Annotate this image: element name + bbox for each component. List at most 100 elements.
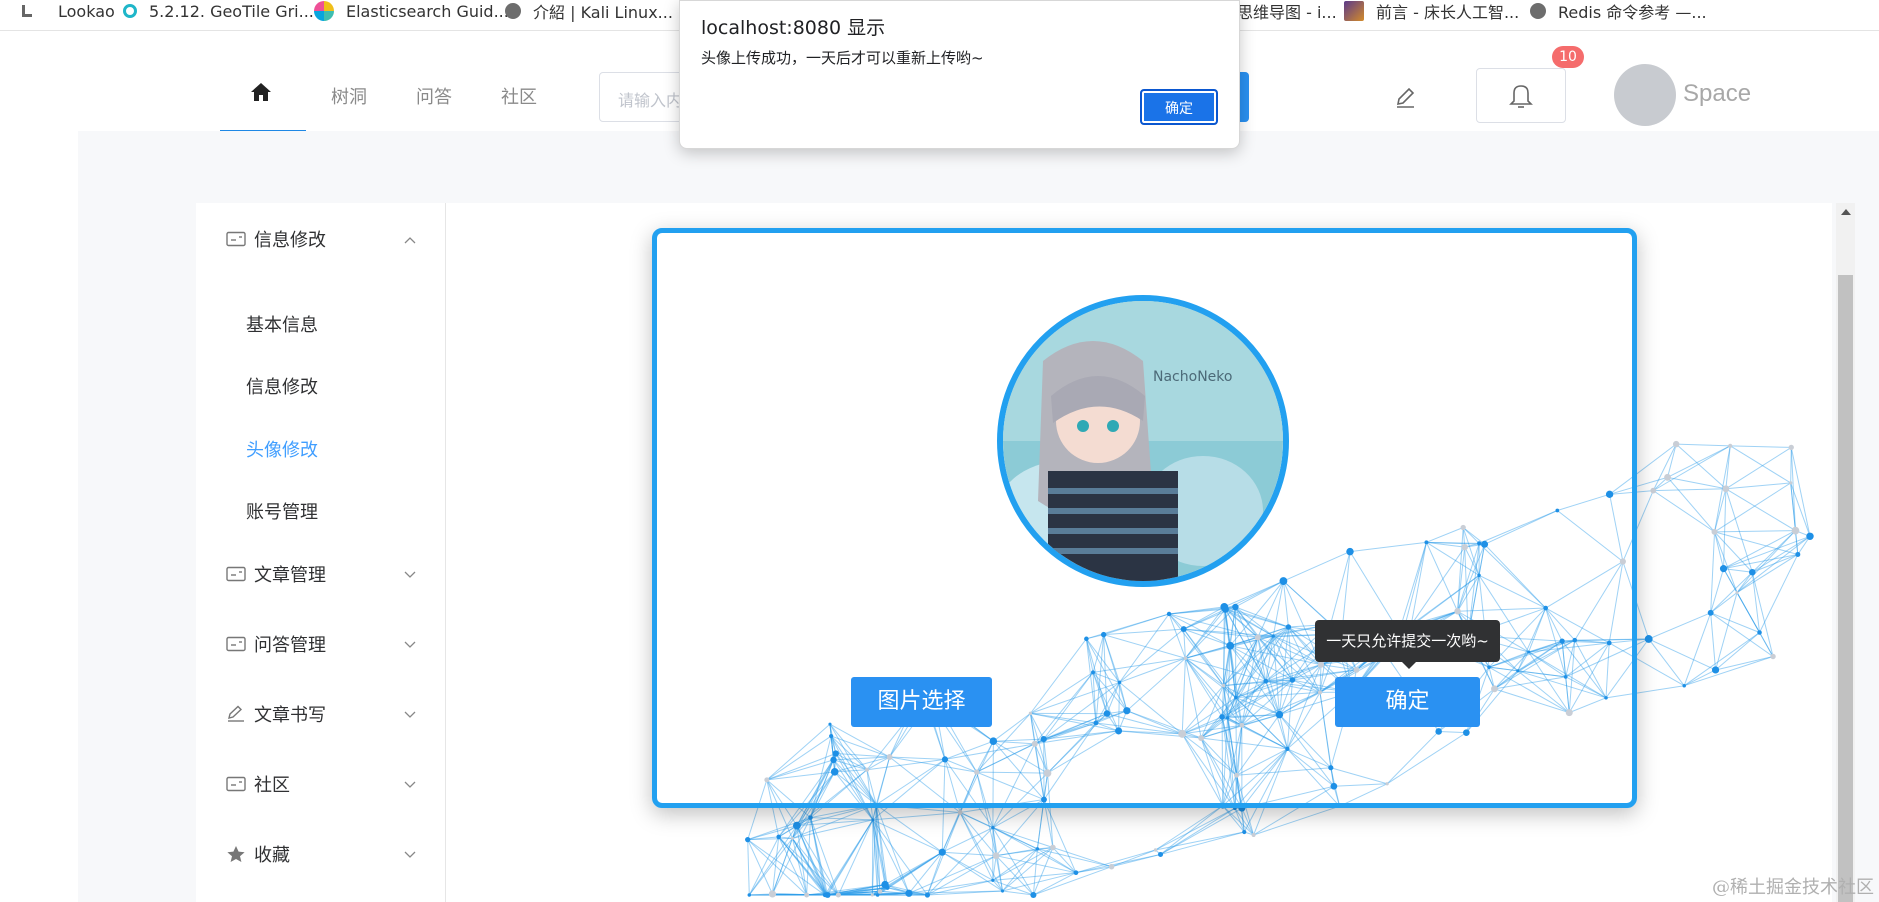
- submenu-info-edit[interactable]: 信息修改: [246, 373, 318, 399]
- network-node: [1719, 565, 1728, 573]
- network-link: [1155, 807, 1236, 851]
- chevron-down-icon[interactable]: [404, 571, 416, 579]
- nav-home[interactable]: [220, 54, 306, 132]
- network-node: [747, 893, 752, 897]
- network-link: [1111, 849, 1156, 868]
- network-node: [1806, 532, 1814, 540]
- menu-article-write[interactable]: 文章书写: [226, 702, 326, 726]
- nav-treehole[interactable]: 树洞: [331, 83, 367, 109]
- chevron-down-icon[interactable]: [404, 781, 416, 789]
- write-button[interactable]: [1388, 80, 1422, 114]
- bookmark-kali[interactable]: 介紹 | Kali Linux...: [505, 0, 673, 22]
- network-link: [875, 804, 943, 853]
- chevron-down-icon[interactable]: [404, 641, 416, 649]
- network-node: [870, 893, 874, 897]
- bookmark-elasticsearch[interactable]: Elasticsearch Guid...: [314, 0, 509, 22]
- network-node: [1035, 847, 1040, 851]
- browser-alert-dialog: localhost:8080 显示 头像上传成功，一天后才可以重新上传哟~ 确定: [679, 0, 1240, 149]
- network-node: [1791, 526, 1800, 535]
- network-node: [991, 878, 995, 882]
- bookmark-label: Redis 命令参考 —...: [1558, 3, 1707, 22]
- network-node: [905, 889, 913, 897]
- network-link: [992, 827, 1054, 848]
- page-scrollbar[interactable]: [1836, 203, 1855, 902]
- card-icon: [226, 776, 246, 792]
- chevron-down-icon[interactable]: [404, 851, 416, 859]
- menu-label: 问答管理: [254, 635, 326, 656]
- network-node: [835, 892, 841, 898]
- menu-label: 收藏: [254, 845, 290, 866]
- bookmark-geotile[interactable]: 5.2.12. GeoTile Gri...: [123, 0, 314, 22]
- chevron-up-icon[interactable]: [404, 236, 416, 244]
- network-node: [1644, 635, 1653, 643]
- nav-qa[interactable]: 问答: [416, 83, 452, 109]
- network-node: [1682, 683, 1686, 688]
- menu-favorites[interactable]: 收藏: [226, 842, 290, 866]
- network-link: [1648, 638, 1716, 671]
- network-node: [768, 890, 777, 898]
- network-link: [1653, 488, 1726, 492]
- network-link: [941, 812, 961, 853]
- bookmark-lookao[interactable]: Lookao: [22, 0, 115, 22]
- network-node: [1251, 832, 1256, 838]
- network-node: [1735, 591, 1739, 595]
- network-node: [776, 834, 781, 840]
- network-link: [1043, 799, 1077, 873]
- network-node: [1722, 485, 1730, 493]
- notification-button[interactable]: [1476, 68, 1566, 123]
- network-link: [1253, 805, 1340, 836]
- network-link: [1725, 446, 1792, 490]
- network-link: [1714, 530, 1796, 533]
- network-link: [1676, 443, 1731, 447]
- home-icon: [251, 83, 271, 101]
- bookmark-label: 5.2.12. GeoTile Gri...: [149, 1, 314, 21]
- network-node: [875, 893, 880, 897]
- network-node: [991, 825, 995, 830]
- scroll-thumb[interactable]: [1838, 275, 1853, 902]
- menu-info-edit[interactable]: 信息修改: [226, 227, 326, 251]
- network-link: [1714, 531, 1753, 573]
- network-node: [1073, 870, 1079, 876]
- confirm-tooltip: 一天只允许提交一次哟~: [1315, 620, 1500, 662]
- network-node: [1757, 630, 1762, 635]
- user-avatar[interactable]: [1614, 64, 1676, 126]
- bookmark-label: 介紹 | Kali Linux...: [533, 3, 673, 22]
- confirm-upload-button[interactable]: 确定: [1335, 677, 1480, 727]
- network-node: [877, 889, 883, 894]
- bookmark-mindmap[interactable]: 思维导图 - i...: [1237, 0, 1337, 22]
- network-link: [1648, 638, 1685, 687]
- submenu-basic-info[interactable]: 基本信息: [246, 311, 318, 337]
- card-icon: [226, 636, 246, 652]
- pen-icon: [228, 705, 244, 722]
- menu-community[interactable]: 社区: [226, 772, 290, 796]
- network-node: [1672, 440, 1680, 448]
- choose-image-button[interactable]: 图片选择: [851, 677, 992, 727]
- menu-article-manage[interactable]: 文章管理: [226, 562, 326, 586]
- card-icon: [226, 231, 246, 247]
- network-node: [938, 848, 946, 856]
- network-link: [1160, 807, 1243, 855]
- nav-community[interactable]: 社区: [501, 83, 537, 109]
- network-node: [992, 852, 1000, 860]
- username[interactable]: Space: [1683, 80, 1751, 108]
- alert-ok-button[interactable]: 确定: [1140, 89, 1218, 125]
- network-link: [1723, 568, 1753, 573]
- network-node: [1770, 653, 1776, 660]
- submenu-avatar-edit[interactable]: 头像修改: [246, 436, 318, 462]
- bell-icon: [1509, 85, 1533, 108]
- bookmark-label: 前言 - 床长人工智...: [1376, 3, 1520, 22]
- menu-qa-manage[interactable]: 问答管理: [226, 632, 326, 656]
- network-link: [1675, 443, 1727, 490]
- network-node: [808, 815, 813, 820]
- notification-badge: 10: [1552, 46, 1584, 68]
- bookmark-redis[interactable]: Redis 命令参考 —...: [1530, 0, 1707, 22]
- bookmark-ai[interactable]: 前言 - 床长人工智...: [1344, 0, 1519, 22]
- scroll-up-arrow-icon[interactable]: [1841, 209, 1851, 215]
- sidebar: 信息修改 基本信息 信息修改 头像修改 账号管理 文章管理 问答管理 文章书写 …: [196, 203, 446, 902]
- elastic-icon: [314, 1, 334, 21]
- network-node: [822, 892, 827, 898]
- submenu-account[interactable]: 账号管理: [246, 498, 318, 524]
- avatar-preview: NachoNeko: [997, 295, 1289, 587]
- chevron-down-icon[interactable]: [404, 711, 416, 719]
- network-node: [1788, 444, 1794, 451]
